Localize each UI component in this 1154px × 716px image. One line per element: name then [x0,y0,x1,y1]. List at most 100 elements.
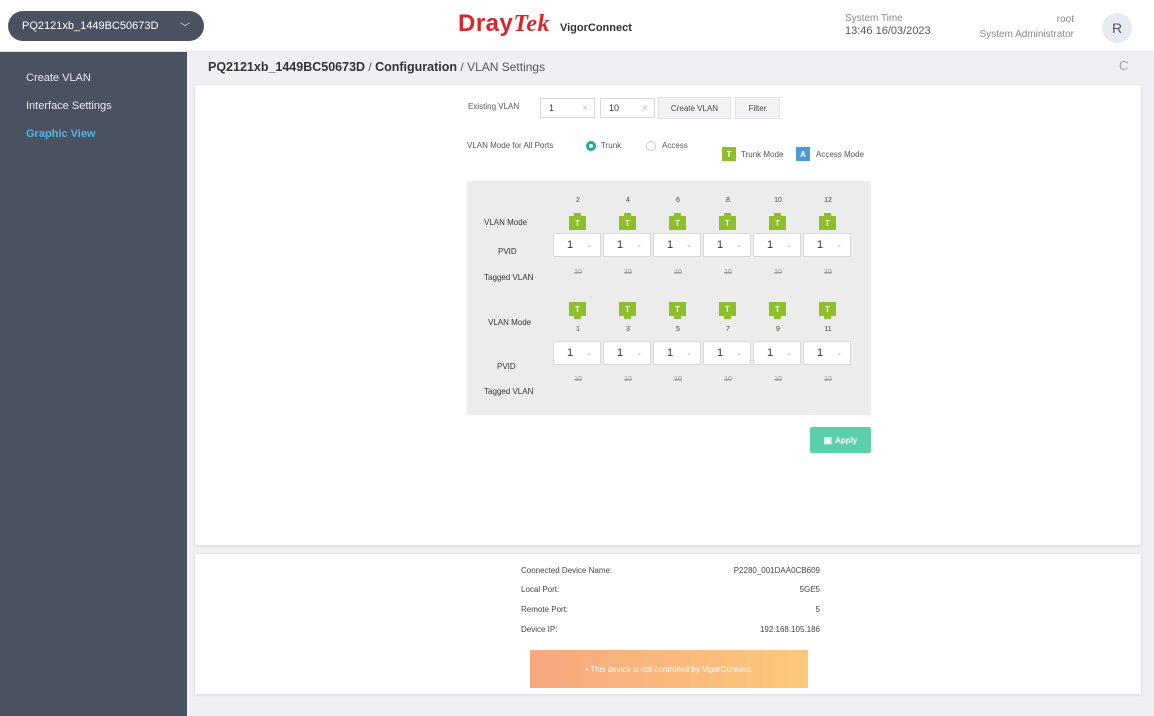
breadcrumb-device: PQ2121xb_1449BC50673D [208,60,366,74]
chevron-down-icon: ⌄ [686,350,692,357]
port-6-trunk-icon[interactable]: T [669,213,686,230]
port-number: 7 [726,326,730,333]
sidebar: Create VLAN Interface Settings Graphic V… [0,52,187,716]
device-selector-label: PQ2121xb_1449BC50673D [22,20,159,32]
clear-icon[interactable]: × [642,103,648,114]
chevron-down-icon: ⌄ [836,350,842,357]
svg-text:T: T [625,305,630,314]
port-12-tagged-vlan: 10 [824,269,832,276]
svg-text:T: T [675,305,680,314]
not-controlled-warning: • This device is not controlled by Vigor… [530,650,808,688]
remote-port-value: 5 [815,605,820,614]
port-3-trunk-icon[interactable]: T [619,302,636,319]
port-10-pvid-select[interactable]: 1 ⌄ [753,233,801,257]
port-5-trunk-icon[interactable]: T [669,302,686,319]
svg-text:T: T [725,305,730,314]
pvid-label-top: PVID [498,247,517,256]
svg-text:T: T [725,219,730,228]
connected-device-label: Connected Device Name: [521,566,613,575]
port-6-pvid-select[interactable]: 1 ⌄ [653,233,701,257]
svg-text:T: T [775,305,780,314]
filter-button[interactable]: Filter [735,97,780,119]
port-9-trunk-icon[interactable]: T [769,302,786,319]
svg-text:T: T [825,219,830,228]
port-number: 2 [576,197,580,204]
sidebar-item-interface-settings[interactable]: Interface Settings [0,92,187,120]
port-number: 11 [824,326,832,333]
system-time: System Time 13:46 16/03/2023 [845,12,931,38]
port-11-tagged-vlan: 10 [824,376,832,383]
port-12-pvid-select[interactable]: 1 ⌄ [803,233,851,257]
port-number: 5 [676,326,680,333]
port-5-pvid-select[interactable]: 1 ⌄ [653,341,701,365]
port-1-tagged-vlan: 10 [574,376,582,383]
apply-button[interactable]: ▣ Apply [810,427,871,453]
port-number: 6 [676,197,680,204]
vlan-mode-label-top: VLAN Mode [484,218,528,227]
trunk-radio[interactable] [586,141,596,151]
brand: DrayTek VigorConnect [458,10,632,38]
svg-text:T: T [775,219,780,228]
port-3-tagged-vlan: 10 [624,376,632,383]
create-vlan-button[interactable]: Create VLAN [658,97,731,119]
remote-port-label: Remote Port: [521,605,569,614]
port-7-tagged-vlan: 10 [724,376,732,383]
device-ip-label: Device IP: [521,625,558,634]
port-3-pvid-select[interactable]: 1 ⌄ [603,341,651,365]
port-number: 1 [576,326,580,333]
user-info: root System Administrator [980,12,1074,42]
top-bar: PQ2121xb_1449BC50673D ﹀ DrayTek VigorCon… [0,0,1154,52]
connected-device-value: P2280_001DAA0CB609 [733,566,820,575]
port-number: 3 [626,326,630,333]
port-11-pvid-select[interactable]: 1 ⌄ [803,341,851,365]
clear-icon[interactable]: × [582,103,588,114]
sidebar-item-create-vlan[interactable]: Create VLAN [0,64,187,92]
access-radio[interactable] [646,141,656,151]
port-number: 4 [626,197,630,204]
chevron-down-icon: ⌄ [736,242,742,249]
port-1-trunk-icon[interactable]: T [569,302,586,319]
port-12-trunk-icon[interactable]: T [819,213,836,230]
svg-text:T: T [825,305,830,314]
chevron-down-icon: ⌄ [786,350,792,357]
port-7-pvid-select[interactable]: 1 ⌄ [703,341,751,365]
existing-vlan-label: Existing VLAN [468,102,520,111]
vlan-port-grid: VLAN Mode PVID Tagged VLAN VLAN Mode PVI… [467,181,871,415]
port-8-trunk-icon[interactable]: T [719,213,736,230]
port-2-pvid-select[interactable]: 1 ⌄ [553,233,601,257]
port-number: 8 [726,197,730,204]
port-2-trunk-icon[interactable]: T [569,213,586,230]
chevron-down-icon: ⌄ [736,350,742,357]
connected-device-panel: Connected Device Name: P2280_001DAA0CB60… [194,553,1142,695]
chevron-down-icon: ﹀ [180,22,190,34]
vlan-to-input[interactable]: 10 × [600,98,655,118]
port-7-trunk-icon[interactable]: T [719,302,736,319]
vlan-from-input[interactable]: 1 × [540,98,595,118]
port-11-trunk-icon[interactable]: T [819,302,836,319]
trunk-radio-label: Trunk [601,141,622,150]
chevron-down-icon: ⌄ [636,350,642,357]
device-ip-value: 192.168.105.186 [759,625,820,634]
port-10-trunk-icon[interactable]: T [769,213,786,230]
vlan-mode-label-bottom: VLAN Mode [488,318,532,327]
port-1-pvid-select[interactable]: 1 ⌄ [553,341,601,365]
sidebar-item-graphic-view[interactable]: Graphic View [0,120,187,148]
system-time-label: System Time [845,13,903,24]
pvid-label-bottom: PVID [497,362,516,371]
port-5-tagged-vlan: 10 [674,376,682,383]
port-9-pvid-select[interactable]: 1 ⌄ [753,341,801,365]
avatar[interactable]: R [1102,13,1132,43]
port-number: 12 [824,197,832,204]
tagged-vlan-label-bottom: Tagged VLAN [484,387,534,396]
port-number: 10 [774,197,782,204]
port-4-trunk-icon[interactable]: T [619,213,636,230]
refresh-icon[interactable]: C [1119,58,1128,73]
tagged-vlan-label-top: Tagged VLAN [484,273,534,282]
local-port-value: 5GE5 [799,585,820,594]
device-selector[interactable]: PQ2121xb_1449BC50673D ﹀ [8,11,204,41]
port-8-pvid-select[interactable]: 1 ⌄ [703,233,751,257]
breadcrumb-section[interactable]: Configuration [375,60,457,74]
chevron-down-icon: ⌄ [586,242,592,249]
svg-text:T: T [575,305,580,314]
port-4-pvid-select[interactable]: 1 ⌄ [603,233,651,257]
